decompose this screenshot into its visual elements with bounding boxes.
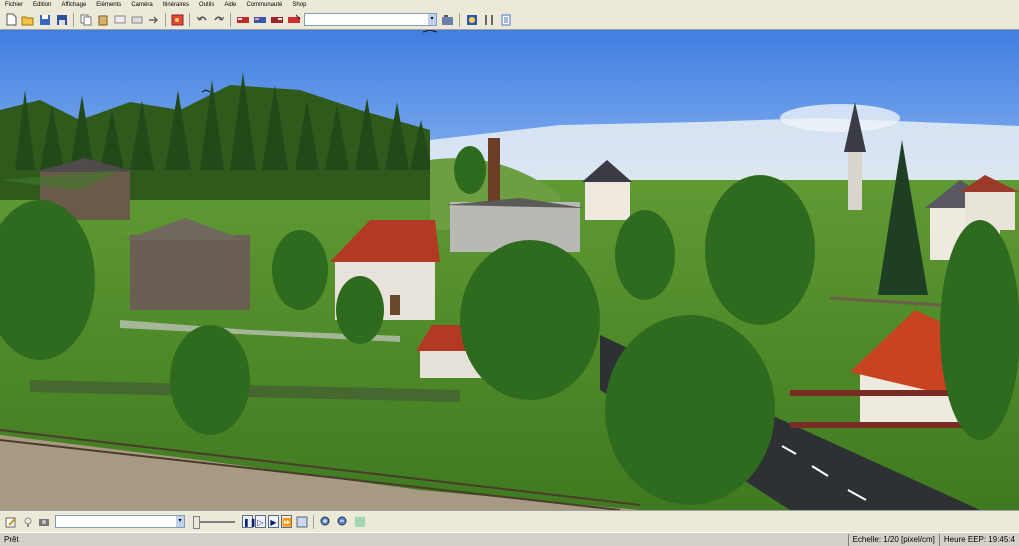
toolbar-combo[interactable]: ▾ [304,13,437,26]
copy-icon[interactable] [79,13,93,27]
zoom-in-icon[interactable] [319,515,333,529]
redo-icon[interactable] [212,13,226,27]
bottom-toolbar: ▾ ❚❚ ▷ ▶ ⏩ [0,510,1019,532]
zoom-out-icon[interactable] [336,515,350,529]
sun-icon[interactable] [465,13,479,27]
train-edit-icon[interactable] [270,13,284,27]
save-icon[interactable] [38,13,52,27]
open-folder-icon[interactable] [21,13,35,27]
menu-file[interactable]: Fichier [0,0,28,10]
chevron-down-icon[interactable]: ▾ [428,14,436,25]
camera-settings-icon[interactable] [38,515,52,529]
chevron-down-icon[interactable]: ▾ [176,516,184,527]
bulb-icon[interactable] [21,515,35,529]
toolbar-separator [313,514,314,529]
menu-help[interactable]: Aide [219,0,241,10]
status-time: Heure EEP: 19:45:4 [938,533,1019,546]
play-button[interactable]: ▷ [255,515,266,528]
screenshot-icon[interactable] [295,515,309,529]
train-remove-icon[interactable] [287,13,301,27]
toolbar-separator [165,12,166,27]
menu-bar: Fichier Edition Affichage Eléments Camér… [0,0,1019,10]
document-icon[interactable] [499,13,513,27]
edit-icon[interactable] [4,515,18,529]
train-icon[interactable] [236,13,250,27]
toolbar-separator [459,12,460,27]
train-add-icon[interactable] [253,13,267,27]
fast-forward-button[interactable]: ▶ [268,515,279,528]
status-scale: Echelle: 1/20 [pixel/cm] [847,533,939,546]
grid-icon[interactable] [353,515,367,529]
scene-view[interactable] [0,30,1019,510]
menu-routes[interactable]: Itinéraires [158,0,194,10]
picture-icon[interactable] [171,13,185,27]
menu-shop[interactable]: Shop [287,0,311,10]
paste-icon[interactable] [96,13,110,27]
bottom-combo[interactable]: ▾ [55,515,185,528]
main-toolbar: ▾ [0,10,1019,30]
faster-forward-button[interactable]: ⏩ [281,515,292,528]
menu-edit[interactable]: Edition [28,0,56,10]
toolbar-separator [189,12,190,27]
3d-viewport[interactable] [0,30,1019,510]
menu-camera[interactable]: Caméra [126,0,157,10]
menu-tools[interactable]: Outils [194,0,219,10]
camera-icon[interactable] [441,13,455,27]
menu-community[interactable]: Communauté [241,0,287,10]
toolbar-separator [73,12,74,27]
speed-slider[interactable] [193,515,235,529]
slider-thumb[interactable] [193,515,200,529]
export-icon[interactable] [147,13,161,27]
cut-icon[interactable] [113,13,127,27]
toolbar-separator [230,12,231,27]
insert-icon[interactable] [130,13,144,27]
status-bar: Prêt Echelle: 1/20 [pixel/cm] Heure EEP:… [0,532,1019,546]
cloud [780,104,900,132]
pause-button[interactable]: ❚❚ [242,515,256,528]
undo-icon[interactable] [195,13,209,27]
save-as-icon[interactable] [55,13,69,27]
new-file-icon[interactable] [4,13,18,27]
menu-view[interactable]: Affichage [56,0,91,10]
status-message: Prêt [4,535,19,544]
tools-icon[interactable] [482,13,496,27]
menu-elements[interactable]: Eléments [91,0,126,10]
